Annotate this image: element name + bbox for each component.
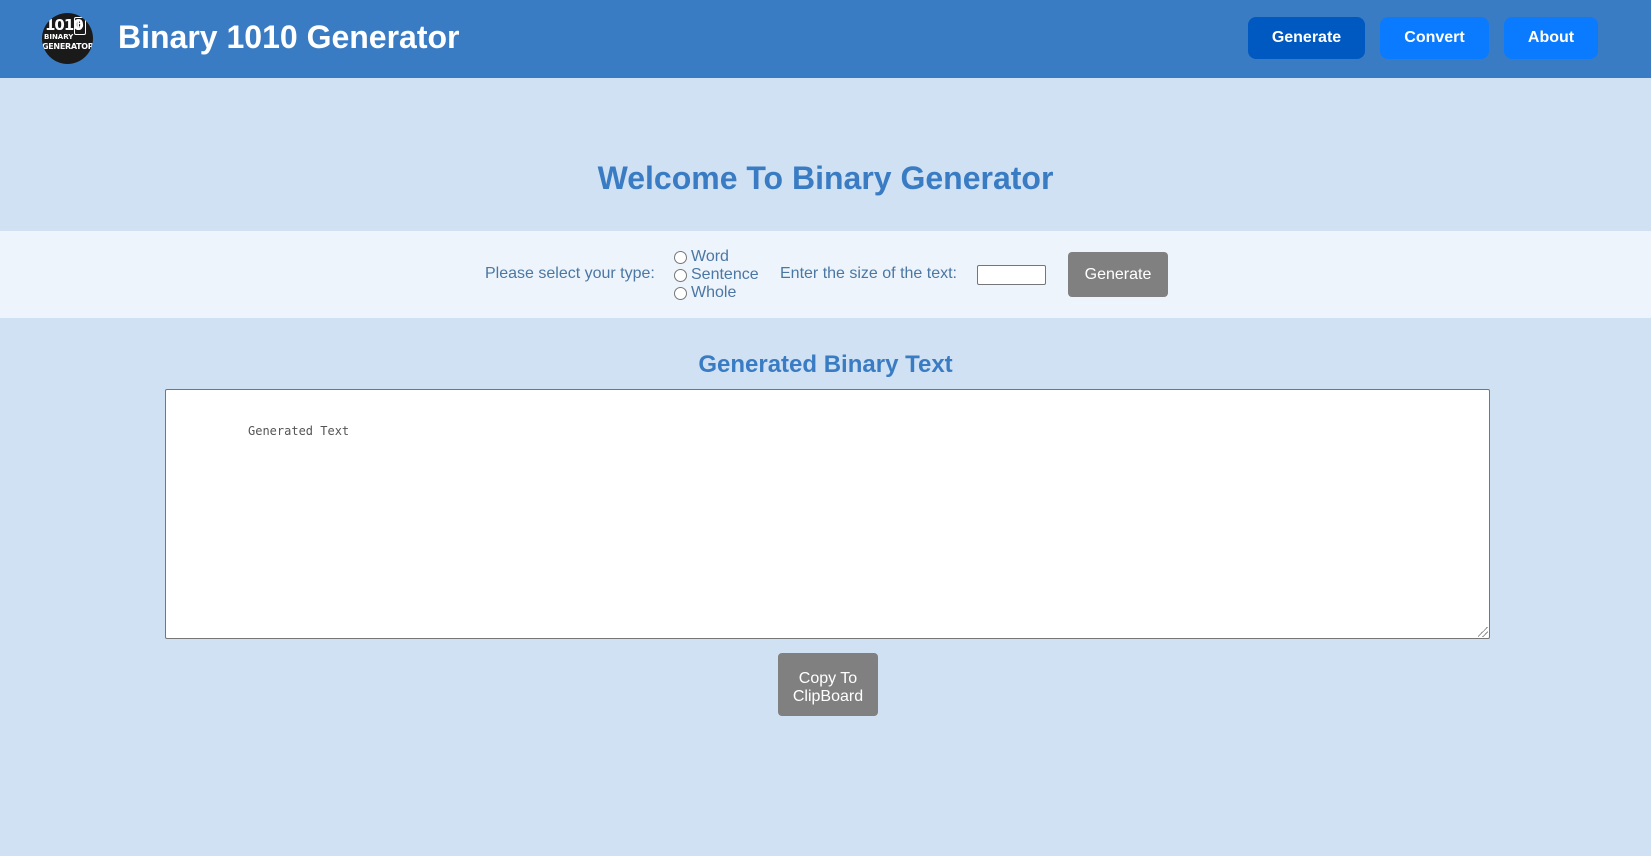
top-navbar: 1010 b BINARY GENERATOR Binary 1010 Gene… [0,0,1651,78]
nav-about-button[interactable]: About [1504,17,1598,59]
radio-word-circle[interactable] [674,250,687,264]
resize-grip-icon[interactable] [1478,627,1488,637]
generate-button[interactable]: Generate [1068,252,1168,297]
size-label: Enter the size of the text: [780,265,957,282]
radio-whole-label: Whole [691,284,737,301]
nav-generate-button[interactable]: Generate [1248,17,1365,59]
logo-generator-text: GENERATOR [42,42,93,51]
generated-text-placeholder: Generated Text [248,424,350,438]
welcome-heading: Welcome To Binary Generator [597,160,1054,196]
copy-button-line2: ClipBoard [792,688,864,705]
app-title: Binary 1010 Generator [118,19,460,55]
copy-button-line1: Copy To [798,670,858,687]
logo-binary-text: BINARY [44,33,74,41]
radio-sentence[interactable]: Sentence [674,266,759,284]
size-input[interactable] [977,265,1046,285]
binary-generator-logo-icon[interactable]: 1010 b BINARY GENERATOR [42,13,93,64]
type-label: Please select your type: [485,265,655,282]
nav-convert-button[interactable]: Convert [1380,17,1489,59]
output-heading: Generated Binary Text [698,351,953,378]
radio-word-label: Word [691,248,729,265]
radio-sentence-label: Sentence [691,266,759,283]
radio-word[interactable]: Word [674,248,729,266]
radio-whole[interactable]: Whole [674,284,736,302]
generated-text-area[interactable]: Generated Text [165,389,1490,639]
radio-sentence-circle[interactable] [674,268,687,282]
copy-to-clipboard-button[interactable]: Copy To ClipBoard [778,653,878,716]
radio-whole-circle[interactable] [674,286,687,300]
